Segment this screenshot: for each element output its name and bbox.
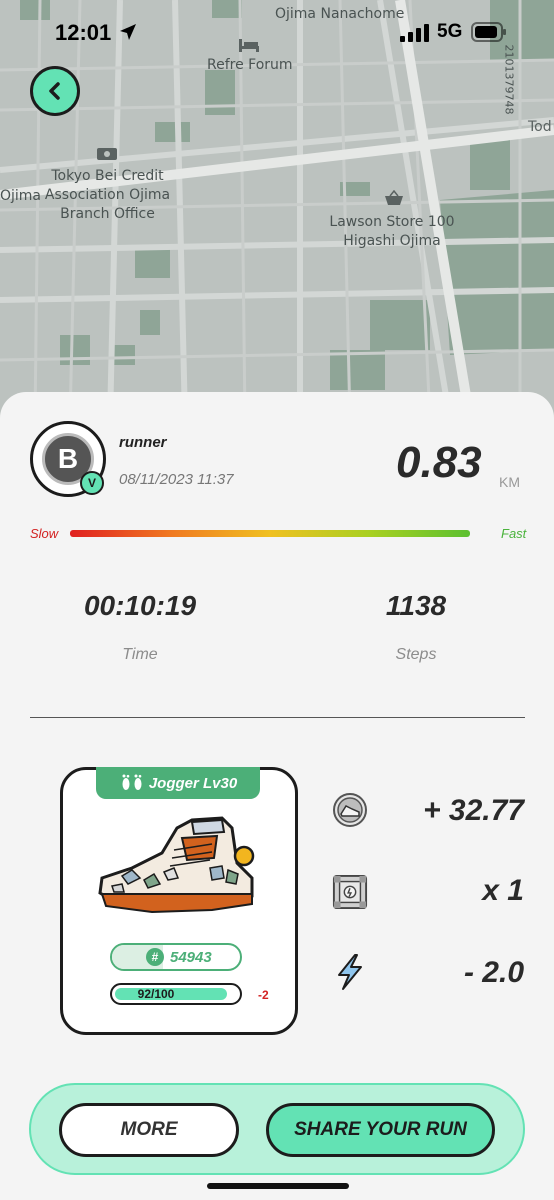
durability-text: 92/100 bbox=[137, 987, 175, 1001]
map-label-ojima: Ojima bbox=[0, 188, 42, 204]
more-button[interactable]: MORE bbox=[59, 1103, 239, 1157]
sneaker-level-tab: Jogger Lv30 bbox=[96, 767, 260, 799]
map-label-lawson-store: Lawson Store 100 Higashi Ojima bbox=[329, 214, 455, 249]
shoe-token-icon bbox=[332, 792, 368, 828]
share-run-button[interactable]: SHARE YOUR RUN bbox=[266, 1103, 495, 1157]
durability-bar: 92/100 bbox=[110, 983, 242, 1005]
sneaker-id: 54943 bbox=[170, 949, 212, 966]
status-bar: 12:01 5G bbox=[0, 0, 554, 66]
network-type: 5G bbox=[437, 21, 463, 42]
distance-unit: KM bbox=[499, 474, 520, 490]
mystery-box-icon bbox=[332, 874, 368, 910]
footprints-icon bbox=[122, 774, 142, 790]
location-arrow-icon bbox=[120, 24, 136, 40]
run-date: 08/11/2023 11:37 bbox=[119, 471, 234, 488]
sneaker-level-label: Jogger Lv30 bbox=[148, 774, 238, 792]
run-steps-label: Steps bbox=[395, 646, 437, 663]
run-duration: 00:10:19 bbox=[83, 590, 197, 621]
hash-icon: # bbox=[146, 948, 164, 966]
speed-slow-label: Slow bbox=[30, 526, 59, 541]
reward-energy: - 2.0 bbox=[463, 956, 524, 989]
divider bbox=[30, 717, 525, 718]
reward-boxes: x 1 bbox=[482, 874, 524, 907]
battery-icon bbox=[471, 22, 506, 42]
status-time: 12:01 bbox=[55, 20, 112, 45]
back-button[interactable] bbox=[30, 66, 80, 116]
speed-gradient-bar bbox=[70, 530, 470, 537]
map-label-tokyo-bei-credit: Tokyo Bei Credit Association Ojima Branc… bbox=[44, 168, 171, 222]
speed-fast-label: Fast bbox=[501, 526, 527, 541]
verified-badge: V bbox=[80, 471, 104, 495]
chevron-left-icon bbox=[49, 82, 60, 100]
cellular-signal-icon bbox=[400, 24, 429, 42]
map-label-tod: Tod bbox=[528, 119, 552, 135]
lightning-icon bbox=[332, 954, 368, 990]
run-duration-label: Time bbox=[122, 646, 158, 663]
reward-earned: + 32.77 bbox=[423, 794, 524, 827]
sneaker-image bbox=[98, 816, 255, 914]
sneaker-id-pill: # 54943 bbox=[110, 943, 242, 971]
home-indicator bbox=[207, 1183, 349, 1189]
durability-change: -2 bbox=[258, 988, 269, 1002]
runner-name: runner bbox=[119, 434, 167, 451]
run-distance: 0.83 bbox=[396, 438, 482, 487]
run-steps: 1138 bbox=[385, 590, 447, 621]
